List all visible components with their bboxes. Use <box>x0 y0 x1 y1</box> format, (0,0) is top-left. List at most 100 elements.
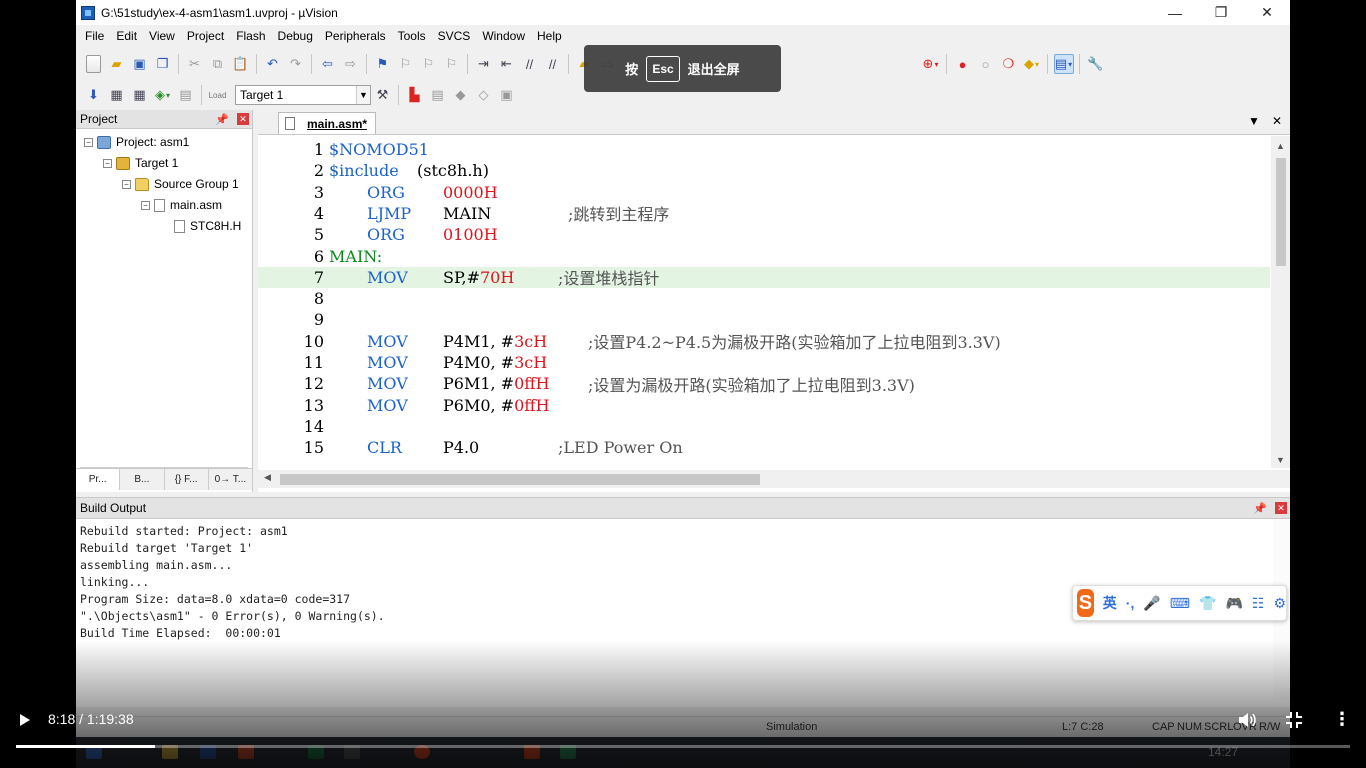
tree-node-source-group[interactable]: − Source Group 1 <box>122 175 239 193</box>
menu-window[interactable]: Window <box>476 29 531 43</box>
target-select[interactable]: Target 1 ▼ <box>235 85 371 105</box>
code-line[interactable]: 4 LJMP MAIN ;跳转到主程序 <box>258 203 1270 225</box>
close-panel-icon[interactable]: ✕ <box>237 113 249 125</box>
save-icon[interactable]: ▣ <box>130 54 150 74</box>
clear-bookmarks-icon[interactable]: ⚐ <box>442 54 462 74</box>
code-line[interactable]: 13 MOV P6M0, #0ffH <box>258 395 1270 416</box>
close-panel-icon[interactable]: ✕ <box>1275 502 1287 514</box>
unindent-icon[interactable]: ⇤ <box>497 54 517 74</box>
ime-punctuation-icon[interactable]: ·, <box>1126 595 1135 611</box>
tab-functions[interactable]: {} F... <box>165 469 209 490</box>
undo-icon[interactable]: ↶ <box>263 54 283 74</box>
menu-peripherals[interactable]: Peripherals <box>319 29 392 43</box>
menu-debug[interactable]: Debug <box>272 29 319 43</box>
copy-icon[interactable]: ⧉ <box>208 54 228 74</box>
ime-game-icon[interactable]: 🎮 <box>1225 595 1242 612</box>
exit-fullscreen-icon[interactable] <box>1284 710 1304 730</box>
tab-templates[interactable]: 0→ T... <box>209 469 253 490</box>
code-line[interactable]: 10 MOV P4M1, #3cH ;设置P4.2~P4.5为漏极开路(实验箱加了上拉… <box>258 331 1270 353</box>
batch-build-icon[interactable]: ◈ <box>153 85 173 105</box>
menu-edit[interactable]: Edit <box>110 29 143 43</box>
ime-toolbox-icon[interactable]: ☷ <box>1252 595 1265 612</box>
rebuild-icon[interactable]: ▦ <box>130 85 150 105</box>
play-icon[interactable] <box>14 710 34 730</box>
cut-icon[interactable]: ✂ <box>185 54 205 74</box>
target-options-icon[interactable]: ⚒ <box>373 85 393 105</box>
code-line[interactable]: 9 <box>258 309 1270 330</box>
navigate-back-icon[interactable]: ⇦ <box>318 54 338 74</box>
translate-icon[interactable]: ⬇ <box>84 85 104 105</box>
code-line[interactable]: 8 <box>258 288 1270 309</box>
tree-node-main-asm[interactable]: − main.asm <box>141 196 222 214</box>
pin-icon[interactable]: 📌 <box>1253 502 1267 515</box>
pack-installer-icon[interactable]: ◇ <box>474 85 494 105</box>
code-line[interactable]: 11 MOV P4M0, #3cH <box>258 352 1270 373</box>
pin-icon[interactable]: 📌 <box>215 113 229 126</box>
code-line[interactable]: 16 <box>258 459 1270 462</box>
restore-button[interactable]: ❐ <box>1198 0 1244 25</box>
menu-project[interactable]: Project <box>181 29 230 43</box>
code-area[interactable]: 1 $NOMOD51 2 $include (stc8h.h) 3 ORG 0000H 4 LJM… <box>258 136 1270 461</box>
code-line[interactable]: 6 MAIN: <box>258 246 1270 267</box>
window-layout-icon[interactable]: ▤ <box>1053 54 1074 74</box>
prev-bookmark-icon[interactable]: ⚐ <box>396 54 416 74</box>
editor-hscrollbar[interactable]: ◀ <box>258 470 1290 488</box>
ime-voice-icon[interactable]: 🎤 <box>1143 595 1160 612</box>
select-packs-icon[interactable]: ▤ <box>428 85 448 105</box>
scroll-up-icon[interactable]: ▲ <box>1276 141 1285 151</box>
close-button[interactable]: ✕ <box>1244 0 1290 25</box>
tree-node-include[interactable]: STC8H.H <box>174 217 241 235</box>
tab-project[interactable]: Pr... <box>76 469 121 490</box>
collapse-icon[interactable]: − <box>141 200 150 210</box>
stop-build-icon[interactable]: ▤ <box>176 85 196 105</box>
scroll-thumb[interactable] <box>280 474 760 485</box>
minimize-button[interactable]: — <box>1152 0 1198 25</box>
ime-settings-icon[interactable]: ⚙ <box>1273 595 1286 612</box>
bookmark-icon[interactable]: ⚑ <box>373 54 393 74</box>
breakpoint-icon[interactable]: ● <box>953 54 973 74</box>
code-line[interactable]: 1 $NOMOD51 <box>258 139 1270 160</box>
menu-svcs[interactable]: SVCS <box>432 29 477 43</box>
menu-file[interactable]: File <box>79 29 110 43</box>
code-line[interactable]: 2 $include (stc8h.h) <box>258 160 1270 181</box>
volume-icon[interactable] <box>1237 710 1257 730</box>
open-file-icon[interactable]: ▰ <box>107 54 127 74</box>
collapse-icon[interactable]: − <box>84 137 93 147</box>
more-options-icon[interactable]: ⋮ <box>1333 710 1351 730</box>
new-file-icon[interactable] <box>86 55 101 73</box>
next-bookmark-icon[interactable]: ⚐ <box>419 54 439 74</box>
code-line[interactable]: 7 MOV SP,#70H ;设置堆栈指针 <box>258 266 1270 288</box>
menu-view[interactable]: View <box>143 29 181 43</box>
ime-skin-icon[interactable]: 👕 <box>1199 595 1216 612</box>
close-tab-icon[interactable]: ✕ <box>1272 114 1282 128</box>
menu-tools[interactable]: Tools <box>392 29 432 43</box>
scroll-down-icon[interactable]: ▼ <box>1276 455 1285 465</box>
ime-keyboard-icon[interactable]: ⌨ <box>1170 595 1190 612</box>
build-icon[interactable]: ▦ <box>107 85 127 105</box>
code-line[interactable]: 5 ORG 0100H <box>258 224 1270 245</box>
code-line[interactable]: 14 <box>258 416 1270 437</box>
manage-project-items-icon[interactable]: ▙ <box>405 85 425 105</box>
indent-icon[interactable]: ⇥ <box>474 54 494 74</box>
code-line[interactable]: 3 ORG 0000H <box>258 182 1270 203</box>
tab-list-icon[interactable]: ▼ <box>1248 114 1260 128</box>
tab-books[interactable]: B... <box>120 469 165 490</box>
uncomment-icon[interactable]: // <box>543 54 563 74</box>
tab-main-asm[interactable]: main.asm* <box>278 112 377 134</box>
navigate-forward-icon[interactable]: ⇨ <box>341 54 361 74</box>
disable-breakpoint-icon[interactable]: ○ <box>976 54 996 74</box>
menu-flash[interactable]: Flash <box>230 29 271 43</box>
video-progress-bar[interactable] <box>16 745 1350 748</box>
debug-session-icon[interactable]: ⊕ <box>921 54 941 74</box>
collapse-icon[interactable]: − <box>103 158 112 168</box>
code-line[interactable]: 12 MOV P6M1, #0ffH ;设置为漏极开路(实验箱加了上拉电阻到3.3V) <box>258 373 1270 395</box>
editor-vscrollbar[interactable]: ▲ ▼ <box>1271 136 1290 468</box>
manage-runtime-icon[interactable]: ◆ <box>451 85 471 105</box>
scroll-left-icon[interactable]: ◀ <box>264 472 271 483</box>
kill-breakpoints-icon[interactable]: ❍ <box>999 54 1019 74</box>
ime-language-toggle[interactable]: 英 <box>1103 593 1117 613</box>
tools-wrench-icon[interactable]: 🔧 <box>1086 54 1106 74</box>
comment-icon[interactable]: // <box>520 54 540 74</box>
scroll-thumb[interactable] <box>1276 158 1286 266</box>
menu-help[interactable]: Help <box>531 29 568 43</box>
